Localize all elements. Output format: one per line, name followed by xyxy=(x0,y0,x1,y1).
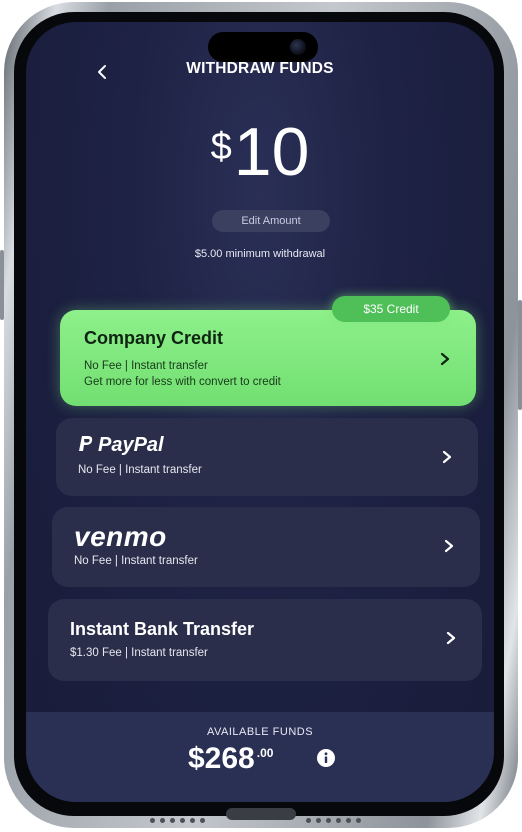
chevron-right-icon xyxy=(440,352,450,366)
info-icon[interactable] xyxy=(316,748,336,768)
speaker-grille xyxy=(150,810,210,823)
dynamic-island xyxy=(208,32,318,62)
available-funds-footer: AVAILABLE FUNDS $268.00 xyxy=(26,712,494,802)
side-button xyxy=(518,300,522,410)
option-fee-line: No Fee | Instant transfer xyxy=(84,360,208,372)
option-fee-line: No Fee | Instant transfer xyxy=(74,555,198,567)
camera-lens-icon xyxy=(290,39,306,55)
withdraw-amount: $10 xyxy=(26,118,494,186)
amount-value: 10 xyxy=(233,114,310,190)
chevron-right-icon xyxy=(446,631,456,645)
charging-port xyxy=(226,808,296,820)
paypal-logo: PayPal xyxy=(78,434,164,457)
option-promo-line: Get more for less with convert to credit xyxy=(84,376,281,388)
available-funds-amount: $268.00 xyxy=(188,742,273,776)
funds-amount-main: $268 xyxy=(188,742,255,775)
option-title: Instant Bank Transfer xyxy=(70,619,255,639)
option-fee-line: No Fee | Instant transfer xyxy=(78,464,202,476)
app-screen: WITHDRAW FUNDS $10 Edit Amount $5.00 min… xyxy=(26,22,494,802)
option-venmo[interactable]: venmo No Fee | Instant transfer xyxy=(52,507,480,587)
minimum-withdrawal-note: $5.00 minimum withdrawal xyxy=(194,248,326,260)
device-stage: WITHDRAW FUNDS $10 Edit Amount $5.00 min… xyxy=(0,0,522,832)
edit-amount-button[interactable]: Edit Amount xyxy=(212,210,330,232)
option-title: Company Credit xyxy=(84,328,224,348)
credit-badge: $35 Credit xyxy=(332,296,450,322)
chevron-right-icon xyxy=(444,539,454,553)
amount-currency: $ xyxy=(210,126,232,168)
page-title: WITHDRAW FUNDS xyxy=(186,60,334,77)
funds-amount-cents: .00 xyxy=(256,746,274,760)
paypal-p-icon xyxy=(79,436,93,451)
paypal-logo-text: PayPal xyxy=(98,434,164,456)
option-fee-line: $1.30 Fee | Instant transfer xyxy=(70,647,208,659)
venmo-logo: venmo xyxy=(74,521,167,552)
speaker-grille xyxy=(306,810,366,823)
option-company-credit[interactable]: Company Credit No Fee | Instant transfer… xyxy=(60,310,476,406)
option-instant-bank-transfer[interactable]: Instant Bank Transfer $1.30 Fee | Instan… xyxy=(48,599,482,681)
option-paypal[interactable]: PayPal No Fee | Instant transfer xyxy=(56,418,478,496)
available-funds-label: AVAILABLE FUNDS xyxy=(206,726,314,738)
chevron-right-icon xyxy=(442,450,452,464)
